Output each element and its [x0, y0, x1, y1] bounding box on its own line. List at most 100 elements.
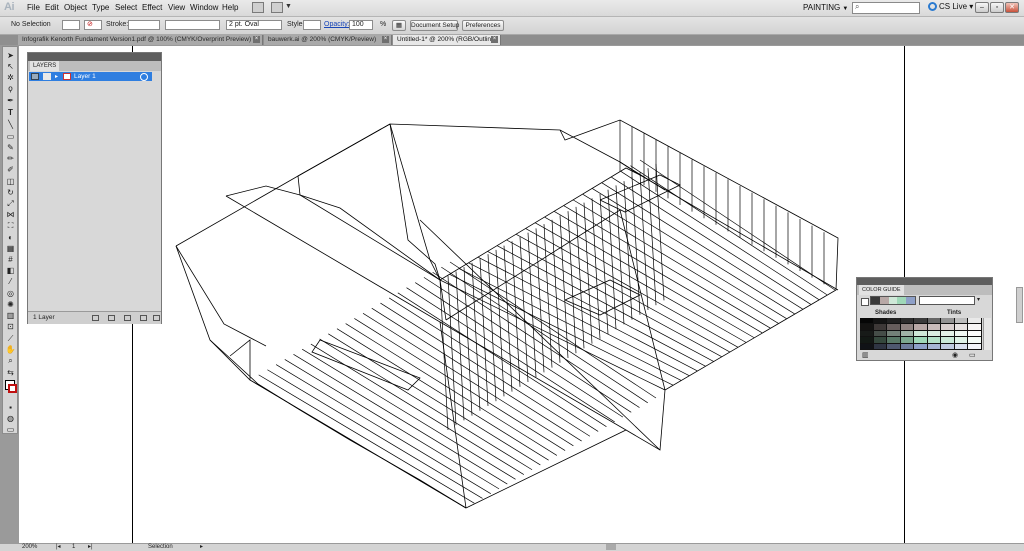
variation-swatch[interactable] — [887, 337, 900, 343]
variation-swatch[interactable] — [873, 318, 887, 324]
stroke-label[interactable]: Stroke: — [106, 21, 128, 28]
variation-swatch[interactable] — [873, 330, 887, 337]
horizontal-scrollbar-thumb[interactable] — [606, 544, 616, 550]
variation-swatch[interactable] — [914, 318, 927, 324]
rectangle-tool-icon[interactable]: ▭ — [5, 132, 16, 141]
magic-wand-tool-icon[interactable]: ✲ — [5, 73, 16, 82]
variation-swatch[interactable] — [914, 343, 927, 349]
blend-tool-icon[interactable]: ◎ — [5, 289, 16, 298]
preferences-button[interactable]: Preferences — [462, 20, 504, 31]
recolor-artwork-icon[interactable]: ▦ — [392, 20, 406, 31]
variation-swatch[interactable] — [900, 330, 914, 337]
variation-swatch[interactable] — [914, 324, 927, 330]
harmony-colors-strip[interactable] — [870, 296, 916, 305]
variation-swatch[interactable] — [954, 337, 968, 343]
restore-button[interactable]: ▫ — [990, 2, 1004, 13]
variation-swatch[interactable] — [860, 318, 873, 324]
variation-swatch[interactable] — [941, 324, 954, 330]
chevron-down-icon[interactable]: ▼ — [285, 3, 292, 10]
delete-layer-icon[interactable] — [153, 315, 160, 321]
paintbrush-tool-icon[interactable]: ✎ — [5, 143, 16, 152]
search-input[interactable]: ⌕ — [852, 2, 920, 14]
variations-scrollbar[interactable] — [983, 318, 991, 350]
chevron-down-icon[interactable]: ▾ — [977, 296, 980, 303]
locate-object-icon[interactable] — [92, 315, 99, 321]
color-mode-icon[interactable]: ▪ — [5, 403, 16, 412]
variation-swatch[interactable] — [954, 318, 968, 324]
variation-swatch[interactable] — [873, 337, 887, 343]
arrange-documents-icon[interactable] — [271, 2, 283, 13]
menu-help[interactable]: Help — [222, 3, 238, 12]
selection-tool-icon[interactable]: ➤ — [5, 51, 16, 60]
menu-effect[interactable]: Effect — [142, 3, 162, 12]
eraser-tool-icon[interactable]: ◫ — [5, 177, 16, 186]
color-guide-titlebar[interactable] — [857, 278, 992, 285]
variation-swatch[interactable] — [954, 330, 968, 337]
variation-swatch[interactable] — [914, 330, 927, 337]
variation-swatch[interactable] — [968, 330, 981, 337]
base-color-swatch[interactable] — [861, 298, 869, 306]
variation-swatch[interactable] — [914, 337, 927, 343]
stroke-weight-input[interactable] — [128, 20, 160, 30]
line-tool-icon[interactable]: ╲ — [5, 120, 16, 129]
slice-tool-icon[interactable]: ⟋ — [5, 334, 16, 343]
harmony-swatch[interactable] — [906, 297, 915, 304]
menu-view[interactable]: View — [168, 3, 185, 12]
opacity-label[interactable]: Opacity: — [324, 21, 350, 28]
direct-selection-tool-icon[interactable]: ↖ — [5, 62, 16, 71]
layer-row[interactable]: ▸ Layer 1 — [29, 72, 152, 81]
lock-toggle[interactable] — [43, 73, 51, 80]
gradient-tool-icon[interactable]: ◧ — [5, 266, 16, 275]
harmony-swatch[interactable] — [879, 297, 889, 304]
menu-select[interactable]: Select — [115, 3, 137, 12]
variation-swatch[interactable] — [887, 330, 900, 337]
close-icon[interactable]: × — [253, 36, 260, 43]
menu-file[interactable]: File — [27, 3, 40, 12]
variation-swatch[interactable] — [968, 318, 981, 324]
variation-swatch[interactable] — [927, 337, 941, 343]
variable-width-dropdown[interactable] — [165, 20, 220, 30]
variation-swatch[interactable] — [887, 318, 900, 324]
pen-tool-icon[interactable]: ✒ — [5, 96, 16, 105]
screen-mode-icon[interactable]: ▭ — [5, 425, 16, 434]
swap-fill-stroke-icon[interactable]: ⇆ — [5, 368, 16, 377]
harmony-rules-dropdown[interactable] — [919, 296, 975, 305]
close-icon[interactable]: × — [382, 36, 389, 43]
variation-swatch[interactable] — [873, 343, 887, 349]
brush-definition-dropdown[interactable]: 2 pt. Oval — [226, 20, 282, 30]
type-tool-icon[interactable]: T — [5, 108, 16, 117]
close-icon[interactable]: × — [491, 36, 498, 43]
variation-swatch[interactable] — [941, 343, 954, 349]
variation-swatch[interactable] — [900, 318, 914, 324]
width-tool-icon[interactable]: ⋈ — [5, 210, 16, 219]
target-icon[interactable] — [140, 73, 148, 81]
workspace-switcher[interactable]: PAINTING ▼ — [803, 3, 848, 12]
variation-swatch[interactable] — [900, 324, 914, 330]
mesh-tool-icon[interactable]: # — [5, 255, 16, 264]
menu-object[interactable]: Object — [64, 3, 87, 12]
document-setup-button[interactable]: Document Setup — [410, 20, 459, 31]
blob-brush-tool-icon[interactable]: ✐ — [5, 165, 16, 174]
bridge-icon[interactable] — [252, 2, 264, 13]
opacity-input[interactable]: 100 — [349, 20, 373, 30]
harmony-swatch[interactable] — [897, 297, 907, 304]
variation-swatch[interactable] — [873, 324, 887, 330]
rotate-tool-icon[interactable]: ↻ — [5, 188, 16, 197]
layers-panel-titlebar[interactable] — [28, 53, 161, 61]
tab-bauwerk[interactable]: bauwerk.ai @ 200% (CMYK/Preview) × — [264, 35, 392, 45]
variation-swatch[interactable] — [860, 343, 873, 349]
minimize-button[interactable]: – — [975, 2, 989, 13]
variation-swatch[interactable] — [927, 324, 941, 330]
variation-swatch[interactable] — [927, 343, 941, 349]
layer-name[interactable]: Layer 1 — [74, 72, 96, 81]
expand-triangle-icon[interactable]: ▸ — [55, 73, 58, 80]
cs-live-button[interactable]: CS Live ▾ — [928, 2, 973, 12]
variation-swatch[interactable] — [900, 343, 914, 349]
eyedropper-tool-icon[interactable]: ⁄ — [5, 277, 16, 286]
variation-swatch[interactable] — [941, 330, 954, 337]
variation-swatch[interactable] — [887, 324, 900, 330]
zoom-tool-icon[interactable]: ⌕ — [5, 356, 16, 365]
save-color-group-icon[interactable]: ▭ — [969, 351, 976, 359]
pencil-tool-icon[interactable]: ✏ — [5, 154, 16, 163]
stroke-color-dropdown[interactable]: ⊘ — [84, 20, 102, 30]
